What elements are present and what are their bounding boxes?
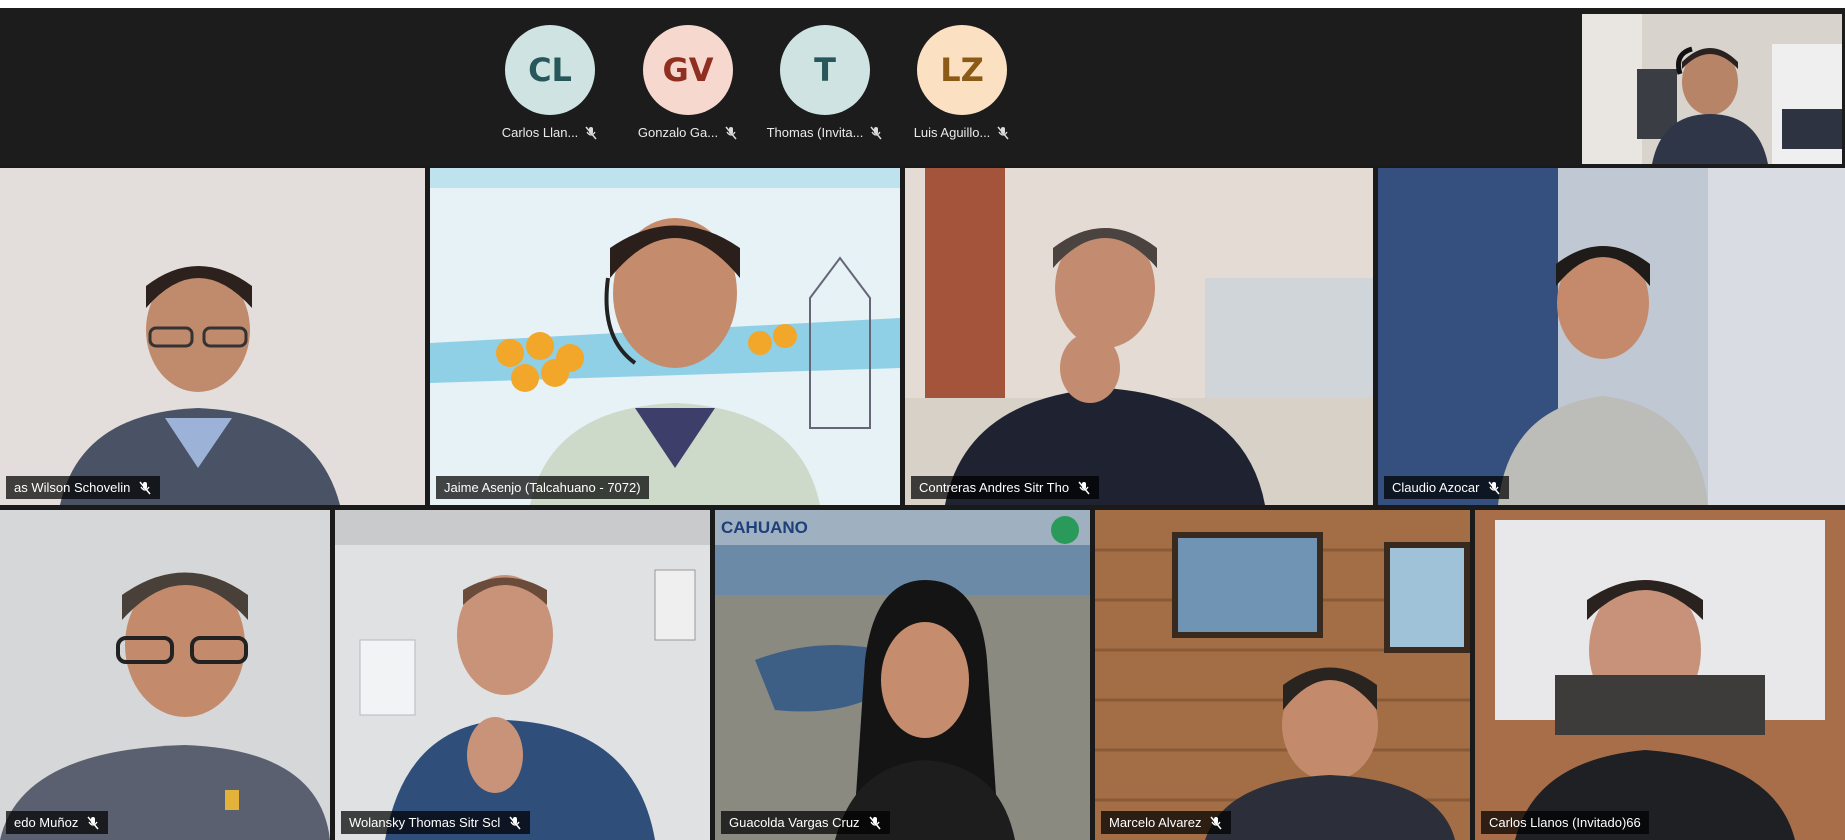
video-tile-4[interactable]: Claudio Azocar	[1378, 168, 1845, 505]
window-edge	[0, 0, 1845, 8]
video-tile-8[interactable]: Marcelo Alvarez	[1095, 510, 1470, 840]
mic-muted-icon	[1210, 816, 1223, 829]
mic-muted-icon	[868, 816, 881, 829]
mic-muted-icon	[585, 126, 597, 139]
video-tile-2[interactable]: Jaime Asenjo (Talcahuano - 7072)	[430, 168, 900, 505]
participant-name: Claudio Azocar	[1392, 480, 1480, 495]
participant-name: Marcelo Alvarez	[1109, 815, 1202, 830]
avatar-tile-4[interactable]: LZ Luis Aguillo...	[914, 25, 1009, 140]
avatar: CL	[505, 25, 595, 115]
participant-name: Contreras Andres Sitr Tho	[919, 480, 1070, 495]
background-city-text: CAHUANO	[721, 518, 808, 537]
participant-name: as Wilson Schovelin	[14, 480, 131, 495]
participant-name: Gonzalo Ga...	[637, 125, 719, 140]
participant-name: Luis Aguillo...	[913, 125, 991, 140]
self-view-video	[1582, 14, 1842, 164]
participant-name: Wolansky Thomas Sitr Scl	[349, 815, 501, 830]
mic-muted-icon	[509, 816, 521, 829]
mic-muted-icon	[1078, 481, 1090, 494]
video-tile-5[interactable]: edo Muñoz	[0, 510, 330, 840]
avatar-tile-2[interactable]: GV Gonzalo Ga...	[638, 25, 737, 140]
avatar: T	[780, 25, 870, 115]
participant-name: Jaime Asenjo (Talcahuano - 7072)	[444, 480, 641, 495]
mic-muted-icon	[139, 481, 151, 494]
avatar: GV	[643, 25, 733, 115]
participant-name: Thomas (Invita...	[766, 125, 864, 140]
participant-name: Guacolda Vargas Cruz	[729, 815, 860, 830]
avatar-tile-3[interactable]: T Thomas (Invita...	[767, 25, 882, 140]
self-view[interactable]	[1568, 8, 1845, 165]
video-tile-3[interactable]: Contreras Andres Sitr Tho	[905, 168, 1373, 505]
participant-name: edo Muñoz	[14, 815, 79, 830]
avatar-tile-1[interactable]: CL Carlos Llan...	[502, 25, 597, 140]
mic-muted-icon	[997, 126, 1009, 139]
video-tile-6[interactable]: Wolansky Thomas Sitr Scl	[335, 510, 710, 840]
mic-muted-icon	[725, 126, 737, 139]
participant-name: Carlos Llanos (Invitado)66	[1489, 815, 1641, 830]
mic-muted-icon	[87, 816, 99, 829]
participant-name: Carlos Llan...	[501, 125, 579, 140]
video-tile-7[interactable]: CAHUANO Guacolda Vargas Cruz	[715, 510, 1090, 840]
mic-muted-icon	[1488, 481, 1501, 494]
video-tile-1[interactable]: as Wilson Schovelin	[0, 168, 425, 505]
video-tile-9[interactable]: Carlos Llanos (Invitado)66	[1475, 510, 1845, 840]
avatar: LZ	[917, 25, 1007, 115]
